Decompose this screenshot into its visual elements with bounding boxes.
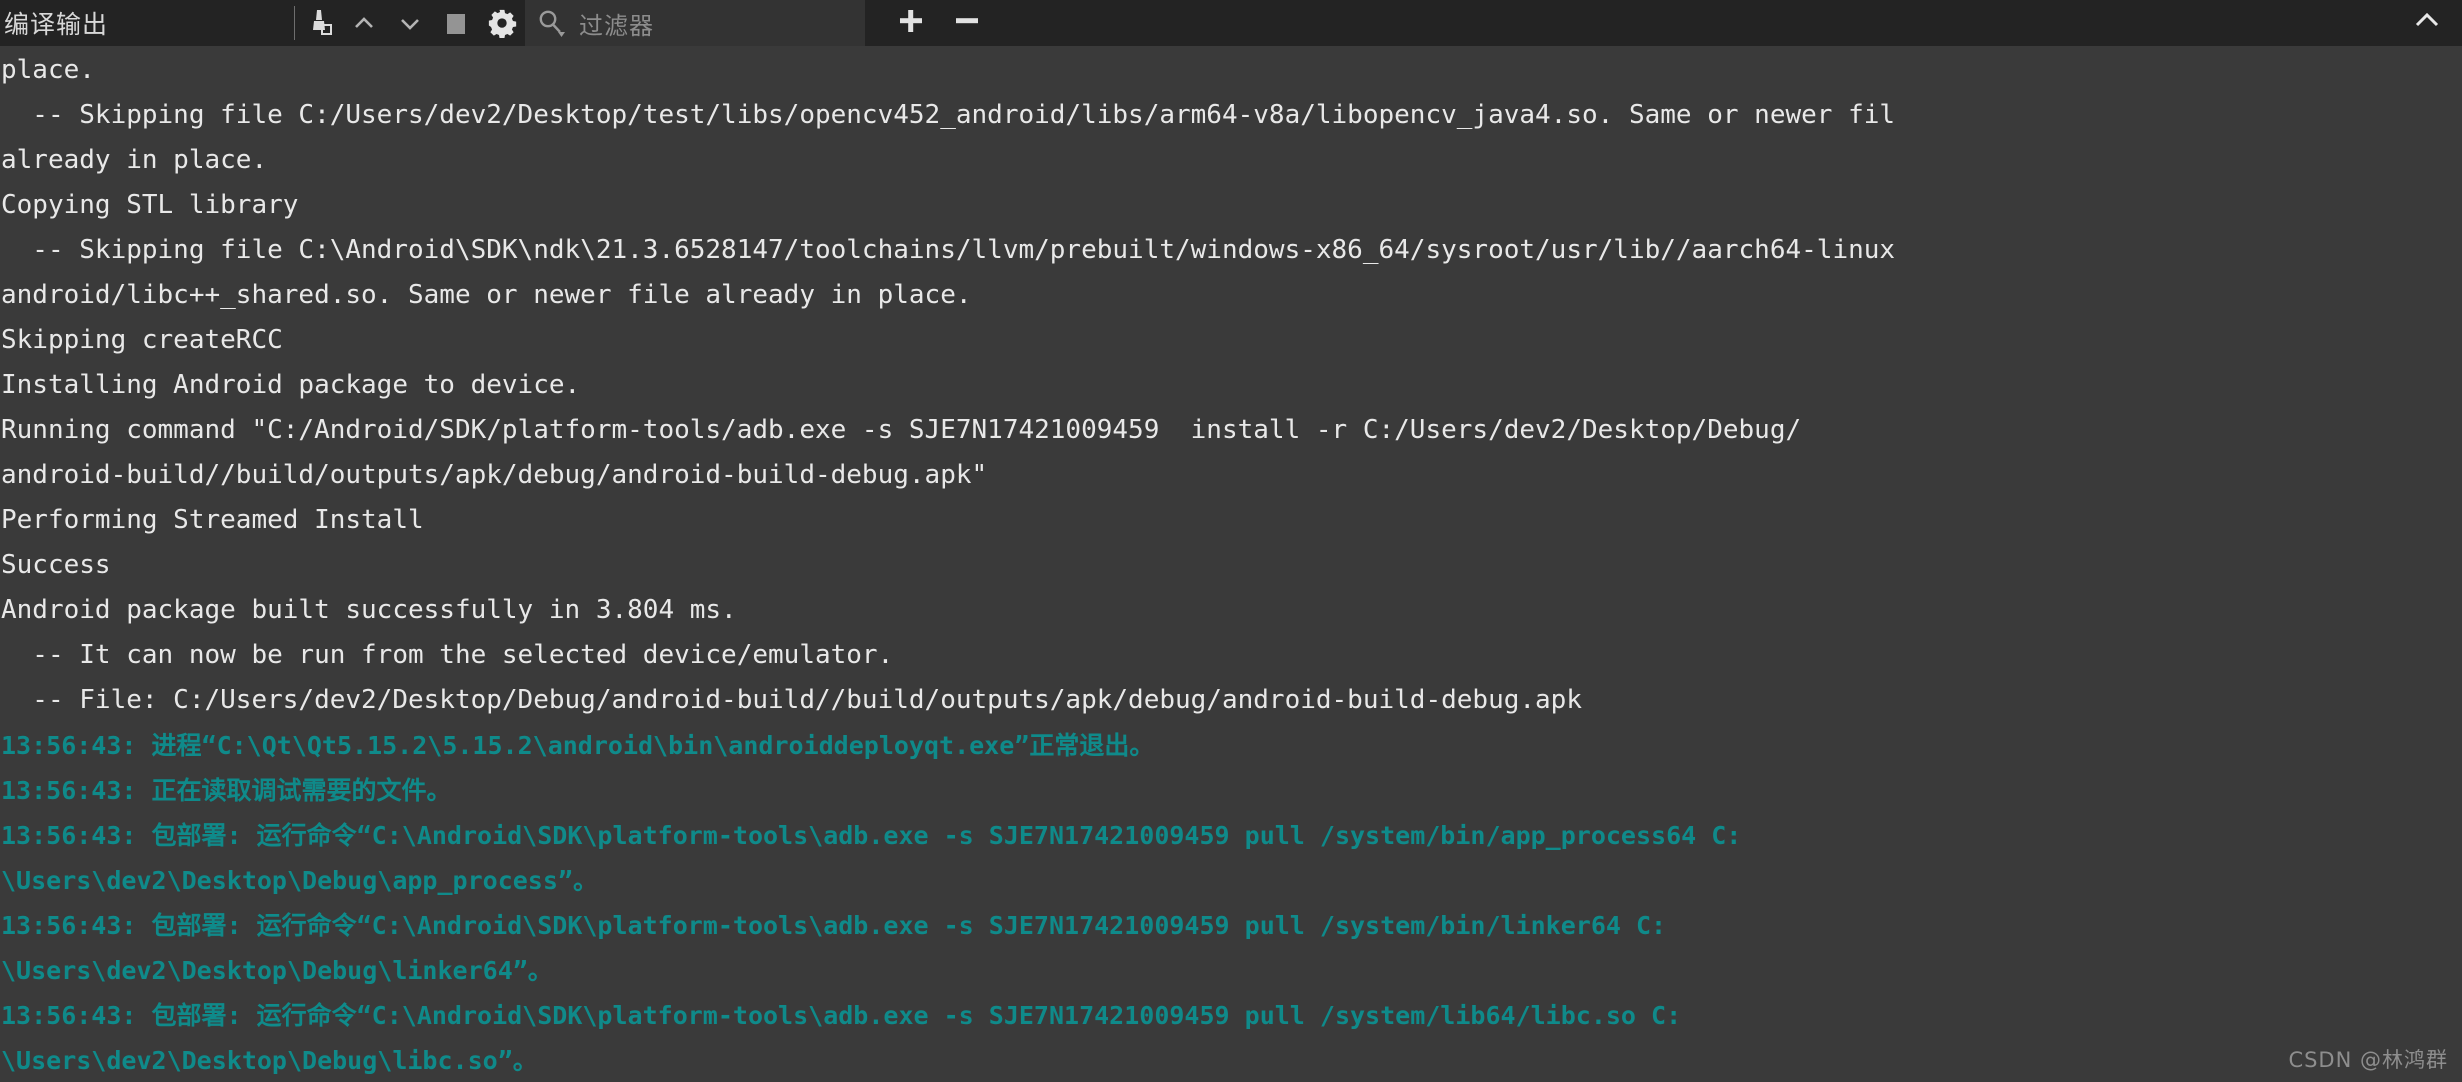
- search-icon: [535, 7, 567, 39]
- page-title: 编译输出: [4, 10, 109, 39]
- next-item-button[interactable]: [387, 0, 433, 46]
- filter-input[interactable]: 过滤器: [525, 0, 865, 46]
- zoom-out-button[interactable]: [939, 0, 995, 46]
- chevron-up-icon: [350, 9, 378, 37]
- log-line: Installing Android package to device.: [1, 370, 581, 400]
- log-line: 13:56:43: 包部署: 运行命令“C:\Android\SDK\platf…: [1, 1001, 1682, 1030]
- settings-button[interactable]: [479, 0, 525, 46]
- log-line: -- It can now be run from the selected d…: [1, 640, 894, 670]
- watermark: CSDN @林鸿群: [2288, 1048, 2448, 1072]
- log-line: -- Skipping file C:/Users/dev2/Desktop/t…: [1, 100, 1896, 130]
- log-line: android/libc++_shared.so. Same or newer …: [1, 280, 972, 310]
- zoom-in-button[interactable]: [883, 0, 939, 46]
- clear-broom-button[interactable]: [295, 0, 341, 46]
- log-line: Copying STL library: [1, 190, 299, 220]
- log-line: 13:56:43: 包部署: 运行命令“C:\Android\SDK\platf…: [1, 821, 1742, 850]
- toolbar-actions: [295, 0, 525, 46]
- compile-output-log[interactable]: place. -- Skipping file C:/Users/dev2/De…: [0, 46, 2462, 1082]
- stop-square-icon: [442, 9, 470, 37]
- previous-item-button[interactable]: [341, 0, 387, 46]
- log-line: 13:56:43: 进程“C:\Qt\Qt5.15.2\5.15.2\andro…: [1, 731, 1155, 760]
- log-line: Running command "C:/Android/SDK/platform…: [1, 415, 1802, 445]
- filter-placeholder: 过滤器: [579, 11, 654, 40]
- log-line: android-build//build/outputs/apk/debug/a…: [1, 460, 988, 490]
- log-line: -- File: C:/Users/dev2/Desktop/Debug/and…: [1, 685, 1582, 715]
- log-line: -- Skipping file C:\Android\SDK\ndk\21.3…: [1, 235, 1896, 265]
- log-line: 13:56:43: 正在读取调试需要的文件。: [1, 776, 452, 805]
- log-line: Success: [1, 550, 111, 580]
- chevron-up-icon: [2410, 4, 2444, 42]
- stop-button[interactable]: [433, 0, 479, 46]
- zoom-controls: [883, 0, 995, 46]
- log-line: \Users\dev2\Desktop\Debug\app_process”。: [1, 866, 598, 895]
- log-line: \Users\dev2\Desktop\Debug\linker64”。: [1, 956, 553, 985]
- gear-icon: [487, 8, 517, 38]
- log-line: 13:56:43: 包部署: 运行命令“C:\Android\SDK\platf…: [1, 911, 1667, 940]
- log-line: \Users\dev2\Desktop\Debug\libc.so”。: [1, 1046, 538, 1075]
- log-line: Skipping createRCC: [1, 325, 283, 355]
- collapse-pane-button[interactable]: [2392, 0, 2462, 46]
- chevron-down-icon: [396, 9, 424, 37]
- log-line: already in place.: [1, 145, 268, 175]
- log-lines: place. -- Skipping file C:/Users/dev2/De…: [0, 48, 2462, 1082]
- clear-broom-icon: [303, 8, 333, 38]
- log-line: place.: [1, 55, 95, 85]
- minus-icon: [950, 4, 984, 42]
- log-line: Android package built successfully in 3.…: [1, 595, 737, 625]
- plus-icon: [894, 4, 928, 42]
- log-line: Performing Streamed Install: [1, 505, 424, 535]
- output-pane-toolbar: 编译输出 过滤器: [0, 0, 2462, 46]
